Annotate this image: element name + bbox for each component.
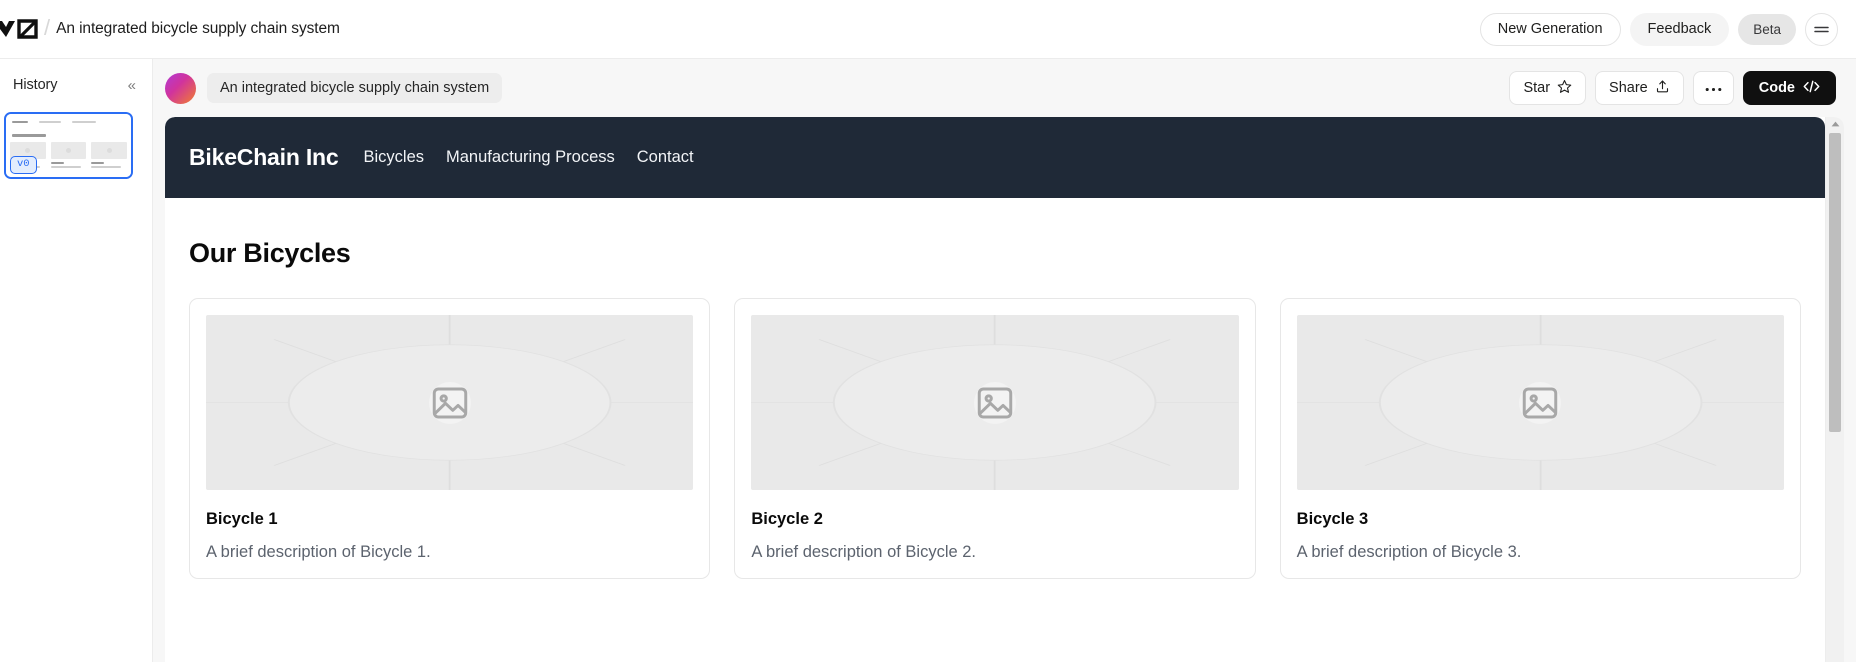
breadcrumb-separator: / <box>44 15 50 41</box>
thumbnail-text <box>91 162 127 168</box>
star-button-label: Star <box>1523 80 1550 96</box>
bicycle-card-grid: Bicycle 1 A brief description of Bicycle… <box>189 298 1801 579</box>
scrollbar-thumb[interactable] <box>1829 133 1841 432</box>
bicycle-card-description: A brief description of Bicycle 2. <box>751 543 1238 562</box>
bicycle-image-placeholder <box>751 315 1238 490</box>
breadcrumb-title: An integrated bicycle supply chain syste… <box>56 20 340 38</box>
thumbnail-card <box>51 142 87 168</box>
nav-link-contact[interactable]: Contact <box>637 148 694 167</box>
code-button-label: Code <box>1759 80 1795 96</box>
feedback-button[interactable]: Feedback <box>1630 13 1730 46</box>
bicycle-image-placeholder <box>1297 315 1784 490</box>
thumbnail-line <box>51 162 64 164</box>
share-button-label: Share <box>1609 80 1648 96</box>
preview-vertical-scrollbar[interactable] <box>1825 117 1844 662</box>
preview-toolbar: An integrated bicycle supply chain syste… <box>153 59 1856 117</box>
site-brand-logo[interactable]: BikeChain Inc <box>189 144 339 171</box>
bicycles-section: Our Bicycles <box>165 198 1825 579</box>
preview-toolbar-actions: Star Share <box>1509 71 1836 105</box>
thumbnail-image <box>51 142 87 159</box>
section-title: Our Bicycles <box>189 238 1801 269</box>
more-horizontal-icon <box>1705 80 1722 96</box>
hamburger-menu-icon[interactable] <box>1805 13 1838 46</box>
history-version-thumbnail[interactable]: v0 <box>4 112 133 179</box>
thumbnail-line <box>91 162 104 164</box>
bicycle-card[interactable]: Bicycle 1 A brief description of Bicycle… <box>189 298 710 579</box>
bicycle-card-title: Bicycle 2 <box>751 510 1238 529</box>
scroll-up-arrow-icon[interactable] <box>1826 117 1844 131</box>
thumbnail-nav-row <box>6 114 131 130</box>
image-placeholder-icon <box>974 382 1016 424</box>
share-upload-icon <box>1655 79 1670 98</box>
thumbnail-line <box>39 121 61 123</box>
site-nav-links: Bicycles Manufacturing Process Contact <box>364 148 694 167</box>
thumbnail-line <box>12 134 46 137</box>
preview-panel: An integrated bicycle supply chain syste… <box>153 59 1856 662</box>
app-preview-canvas: BikeChain Inc Bicycles Manufacturing Pro… <box>165 117 1844 662</box>
nav-link-bicycles[interactable]: Bicycles <box>364 148 425 167</box>
image-placeholder-icon <box>1519 382 1561 424</box>
thumbnail-line <box>51 166 81 168</box>
thumbnail-card <box>91 142 127 168</box>
chevron-double-left-icon[interactable]: « <box>125 76 139 95</box>
beta-badge: Beta <box>1738 14 1796 45</box>
code-button[interactable]: Code <box>1743 71 1836 105</box>
bicycle-card-title: Bicycle 1 <box>206 510 693 529</box>
share-button[interactable]: Share <box>1595 71 1684 105</box>
history-title: History <box>13 77 57 93</box>
v0-logo-icon[interactable] <box>0 14 42 44</box>
thumbnail-line <box>72 121 96 123</box>
top-bar-actions: New Generation Feedback Beta <box>1480 13 1838 46</box>
version-badge[interactable]: v0 <box>10 156 37 174</box>
star-button[interactable]: Star <box>1509 71 1586 105</box>
bicycle-card[interactable]: Bicycle 2 A brief description of Bicycle… <box>734 298 1255 579</box>
more-options-button[interactable] <box>1693 71 1734 105</box>
app-preview-scroll-area: BikeChain Inc Bicycles Manufacturing Pro… <box>165 117 1825 662</box>
bicycle-card-description: A brief description of Bicycle 1. <box>206 543 693 562</box>
thumbnail-line <box>12 121 28 123</box>
thumbnail-line <box>91 166 121 168</box>
bicycle-card[interactable]: Bicycle 3 A brief description of Bicycle… <box>1280 298 1801 579</box>
nav-link-manufacturing-process[interactable]: Manufacturing Process <box>446 148 615 167</box>
avatar[interactable] <box>165 73 196 104</box>
thumbnail-text <box>51 162 87 168</box>
bicycle-card-title: Bicycle 3 <box>1297 510 1784 529</box>
new-generation-button[interactable]: New Generation <box>1480 13 1621 46</box>
history-sidebar: History « <box>0 59 153 662</box>
thumbnail-heading-line <box>12 134 46 137</box>
bicycle-card-description: A brief description of Bicycle 3. <box>1297 543 1784 562</box>
star-icon <box>1557 79 1572 98</box>
image-placeholder-icon <box>429 382 471 424</box>
history-header: History « <box>0 73 152 97</box>
bicycle-image-placeholder <box>206 315 693 490</box>
project-name-input[interactable]: An integrated bicycle supply chain syste… <box>207 73 502 103</box>
thumbnail-image <box>91 142 127 159</box>
app-top-bar: / An integrated bicycle supply chain sys… <box>0 0 1856 59</box>
code-brackets-icon <box>1803 80 1820 97</box>
site-navigation-bar: BikeChain Inc Bicycles Manufacturing Pro… <box>165 117 1825 198</box>
